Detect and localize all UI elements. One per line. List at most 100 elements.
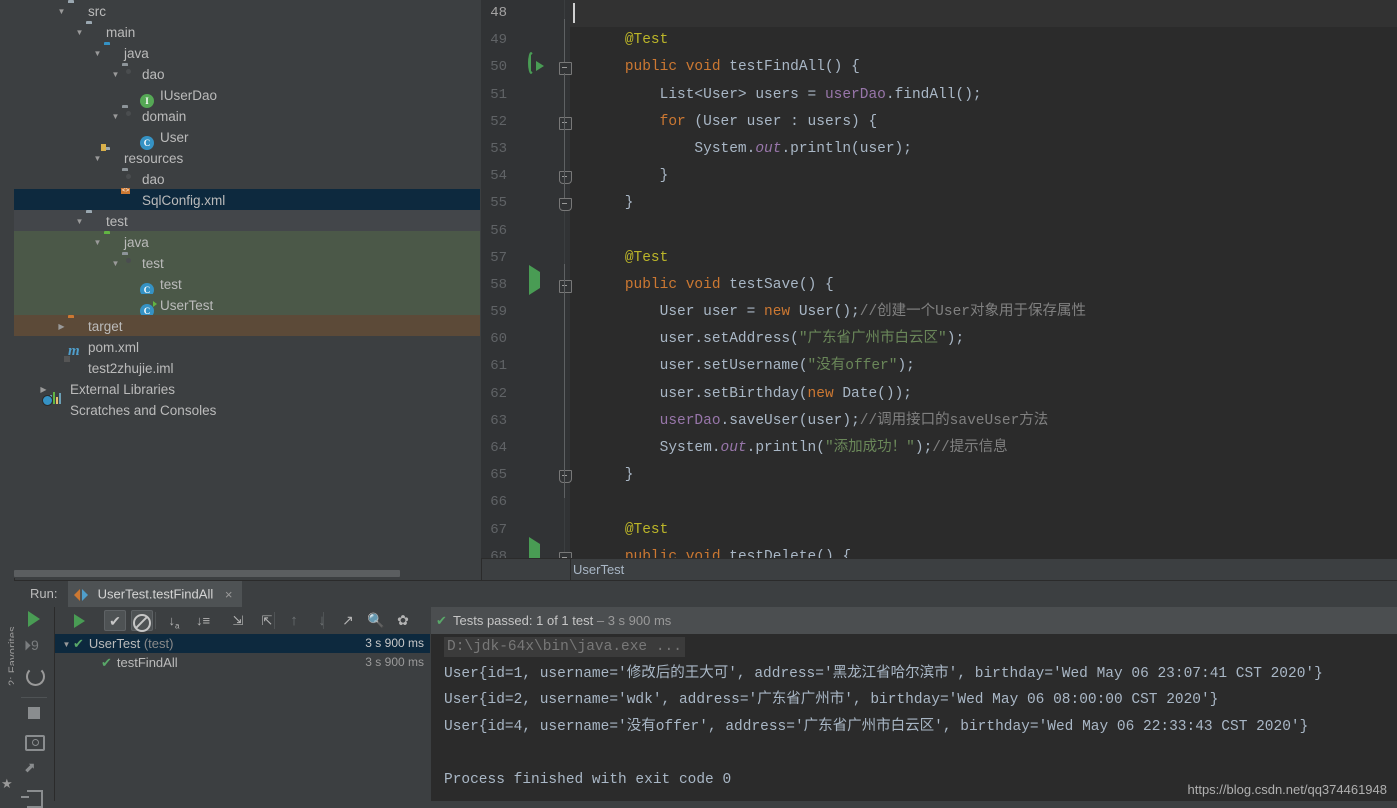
- stop-icon[interactable]: [24, 703, 44, 723]
- code-line[interactable]: @Test: [570, 27, 1397, 54]
- code-line[interactable]: [570, 218, 1397, 245]
- tree-item-resources[interactable]: ▼ resources: [14, 147, 480, 168]
- tree-item-test[interactable]: ·Ctest: [14, 273, 480, 297]
- code-line[interactable]: }: [570, 163, 1397, 190]
- tree-expand-arrow[interactable]: ·: [56, 337, 67, 358]
- tree-expand-arrow[interactable]: ·: [128, 295, 139, 316]
- code-line[interactable]: List<User> users = userDao.findAll();: [570, 82, 1397, 109]
- tree-item-pom-xml[interactable]: ·m pom.xml: [14, 336, 480, 359]
- show-ignored-button[interactable]: [131, 610, 153, 632]
- tree-item-external-libraries[interactable]: ▶ External Libraries: [14, 378, 480, 404]
- code-line[interactable]: System.out.println(user);: [570, 136, 1397, 163]
- next-failed-button[interactable]: ↓: [311, 610, 333, 631]
- code-line[interactable]: user.setUsername("没有offer");: [570, 353, 1397, 380]
- line-number: 56: [490, 222, 507, 239]
- tree-item-dao[interactable]: ▼ dao: [14, 63, 480, 84]
- sort-by-duration-button[interactable]: ↓≡: [192, 610, 214, 631]
- tree-item-main[interactable]: ▼ main: [14, 21, 480, 42]
- pin-icon[interactable]: [21, 787, 44, 808]
- tree-expand-arrow[interactable]: ·: [110, 169, 121, 190]
- ide-window: 2: Favorites ★ ▼src▼main▼java▼dao·IIUser…: [0, 0, 1397, 808]
- breadcrumb-class[interactable]: UserTest: [573, 562, 624, 577]
- scrollbar-thumb[interactable]: [14, 570, 400, 577]
- code-line[interactable]: [570, 0, 1397, 28]
- tree-item-iuserdao[interactable]: ·IIUserDao: [14, 84, 480, 108]
- tree-expand-arrow[interactable]: ▼: [110, 64, 121, 85]
- tree-item-user[interactable]: ·CUser: [14, 126, 480, 150]
- code-editor[interactable]: 48 49 50 51 52 53 54 55 56 57 58 59 60 61 62 63 64 65 66 67…: [481, 0, 1397, 580]
- external-libraries-icon: [50, 381, 66, 404]
- close-icon[interactable]: ×: [225, 587, 233, 602]
- tree-item-label: pom.xml: [88, 339, 140, 355]
- tree-item-test2zhujie-iml[interactable]: ·test2zhujie.iml: [14, 357, 480, 378]
- code-line[interactable]: User user = new User();//创建一个User对象用于保存属…: [570, 299, 1397, 326]
- class-icon: C: [140, 129, 156, 150]
- code-line[interactable]: [570, 489, 1397, 516]
- tree-expand-arrow[interactable]: ·: [128, 274, 139, 295]
- rerun-test-gutter-icon[interactable]: [527, 52, 545, 75]
- code-line[interactable]: @Test: [570, 245, 1397, 272]
- sort-alphabetically-button[interactable]: ↓az: [163, 610, 185, 657]
- tree-item-domain[interactable]: ▼ domain: [14, 105, 480, 126]
- test-tree-row[interactable]: ·✔testFindAll3 s 900 ms: [55, 653, 430, 672]
- console-output[interactable]: D:\jdk-64x\bin\java.exe ... User{id=1, us…: [431, 634, 1397, 801]
- run-configuration-tab[interactable]: UserTest.testFindAll ×: [68, 581, 243, 607]
- project-tree-horizontal-scrollbar[interactable]: [14, 569, 480, 578]
- test-results-tree[interactable]: ▼✔UserTest (test)3 s 900 ms·✔testFindAll…: [55, 634, 430, 801]
- code-line[interactable]: user.setBirthday(new Date());: [570, 381, 1397, 408]
- editor-code-area[interactable]: @Test public void testFindAll() { List<U…: [570, 0, 1397, 558]
- rerun-failed-tests-icon[interactable]: [24, 665, 45, 686]
- tree-expand-arrow[interactable]: ▼: [110, 253, 121, 274]
- tree-expand-arrow[interactable]: ▼: [92, 148, 103, 169]
- code-line[interactable]: user.setAddress("广东省广州市白云区");: [570, 326, 1397, 353]
- rerun-tests-button[interactable]: [69, 610, 91, 631]
- export-icon[interactable]: ⬈: [24, 759, 44, 779]
- tree-expand-arrow[interactable]: ▼: [92, 43, 103, 64]
- code-line[interactable]: System.out.println("添加成功！");//提示信息: [570, 435, 1397, 462]
- tree-item-test[interactable]: ▼ test: [14, 210, 480, 231]
- tree-item-src[interactable]: ▼ src: [14, 0, 480, 21]
- tree-expand-arrow[interactable]: ▼: [61, 635, 72, 654]
- project-tool-window[interactable]: ▼src▼main▼java▼dao·IIUserDao▼domain·CUse…: [14, 0, 480, 560]
- code-line[interactable]: }: [570, 462, 1397, 489]
- folder-icon: [68, 2, 84, 18]
- debug-icon[interactable]: ⏵9: [24, 637, 44, 657]
- previous-failed-button[interactable]: ↑: [283, 610, 305, 631]
- code-line[interactable]: for (User user : users) {: [570, 109, 1397, 136]
- tree-item-usertest[interactable]: ·CUserTest: [14, 294, 480, 318]
- screenshot-icon[interactable]: [24, 731, 45, 751]
- run-test-gutter-icon[interactable]: [527, 264, 545, 295]
- code-line[interactable]: public void testFindAll() {: [570, 54, 1397, 81]
- code-line[interactable]: public void testDelete() {: [570, 544, 1397, 558]
- tree-item-test[interactable]: ▼ test: [14, 252, 480, 273]
- code-line[interactable]: @Test: [570, 517, 1397, 544]
- tree-expand-arrow[interactable]: ▼: [74, 211, 85, 232]
- show-passed-button[interactable]: ✔: [104, 610, 126, 631]
- tree-item-scratches-and-consoles[interactable]: ·Scratches and Consoles: [14, 399, 480, 420]
- tree-expand-arrow[interactable]: ·: [128, 127, 139, 148]
- tree-item-java[interactable]: ▼ java: [14, 231, 480, 252]
- tree-expand-arrow[interactable]: ·: [110, 190, 121, 211]
- tree-expand-arrow[interactable]: ·: [128, 85, 139, 106]
- tree-expand-arrow[interactable]: ▼: [56, 1, 67, 22]
- fold-connector: [564, 19, 565, 63]
- tree-expand-arrow[interactable]: ▼: [110, 106, 121, 127]
- tree-item-dao[interactable]: · dao: [14, 168, 480, 189]
- tree-expand-arrow[interactable]: ▼: [74, 22, 85, 43]
- tree-item-sqlconfig-xml[interactable]: · SqlConfig.xml: [14, 189, 480, 210]
- code-line[interactable]: public void testSave() {: [570, 272, 1397, 299]
- test-tree-row[interactable]: ▼ ✔ UserTest (test) 3 s 900 ms: [55, 634, 430, 653]
- rerun-icon[interactable]: [24, 609, 44, 629]
- settings-button[interactable]: ✿: [392, 610, 414, 631]
- tree-expand-arrow[interactable]: ▶: [56, 316, 67, 337]
- console-line: User{id=2, username='wdk', address='广东省广…: [444, 692, 1219, 708]
- tree-expand-arrow[interactable]: ▼: [92, 232, 103, 253]
- track-running-test-button[interactable]: 🔍: [365, 610, 387, 631]
- tree-item-target[interactable]: ▶ target: [14, 315, 480, 336]
- export-results-button[interactable]: ↗: [337, 610, 359, 631]
- editor-gutter[interactable]: 48 49 50 51 52 53 54 55 56 57 58 59 60 61 62 63 64 65 66 67…: [481, 0, 572, 580]
- code-line[interactable]: }: [570, 190, 1397, 217]
- code-line[interactable]: userDao.saveUser(user);//调用接口的saveUser方法: [570, 408, 1397, 435]
- expand-all-button[interactable]: ⇲: [227, 610, 249, 631]
- tree-item-java[interactable]: ▼ java: [14, 42, 480, 63]
